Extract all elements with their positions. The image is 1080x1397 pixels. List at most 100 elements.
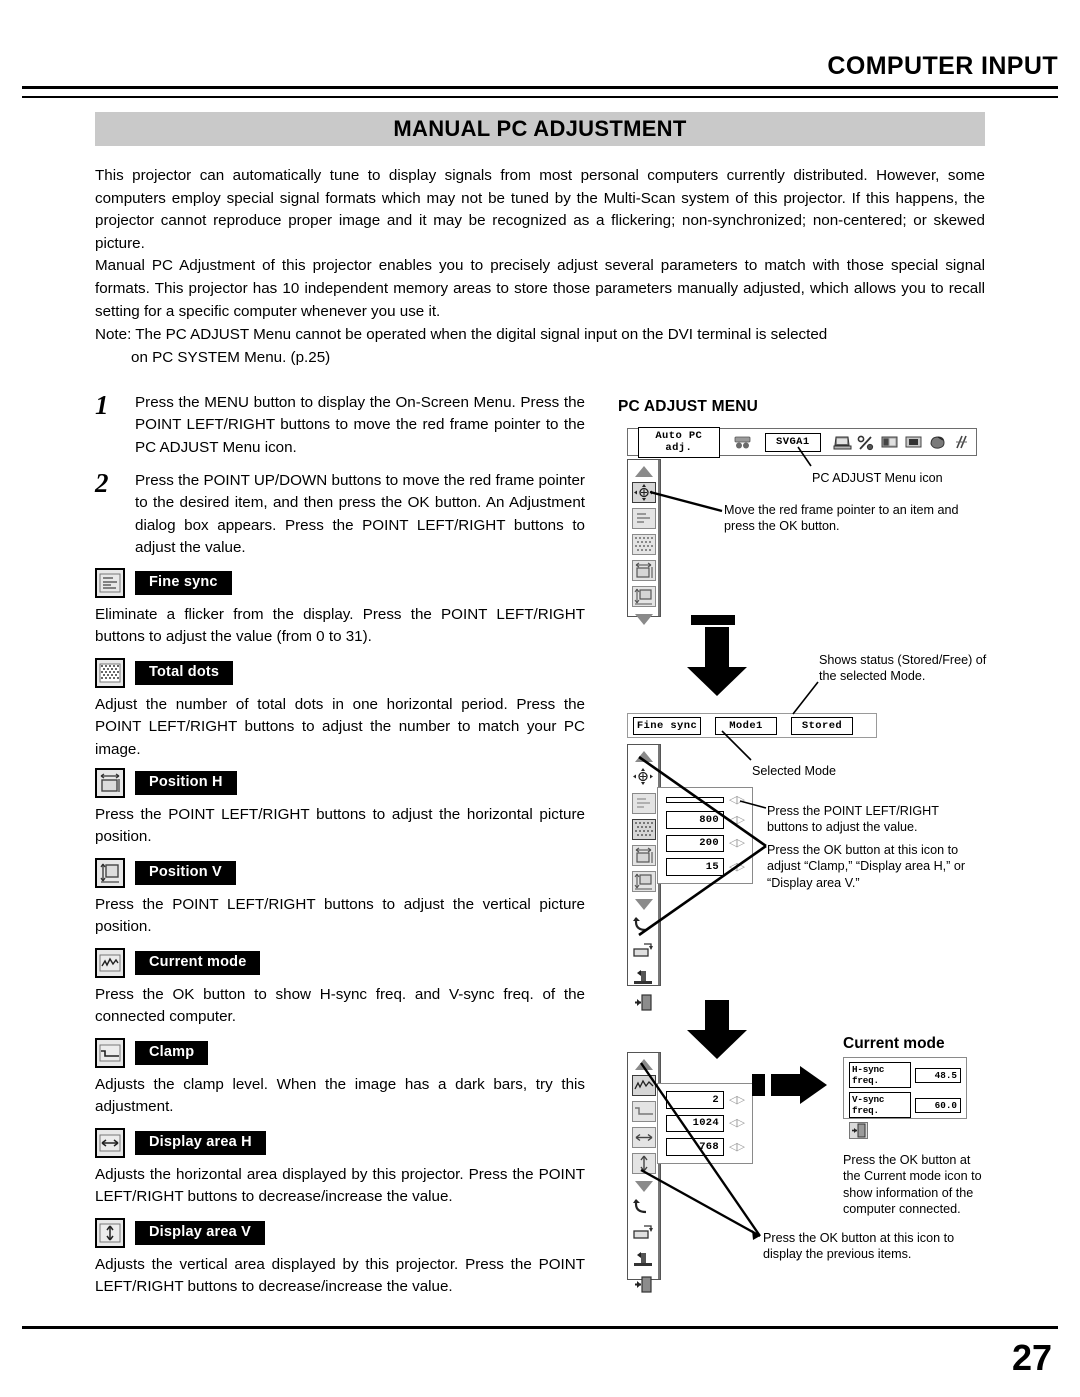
auto-pc-adj-sidebar-icon[interactable] xyxy=(632,767,656,788)
scroll-up-arrow-icon[interactable] xyxy=(635,466,653,477)
item-display-area-h: Display area H Adjusts the horizontal ar… xyxy=(95,1128,585,1209)
footer-divider xyxy=(22,1326,1058,1329)
reset-icon[interactable] xyxy=(632,1197,656,1218)
store-icon[interactable] xyxy=(632,967,656,988)
flow-arrow-down-1 xyxy=(686,627,748,702)
scroll-down-arrow-icon[interactable] xyxy=(635,614,653,625)
left-right-arrows-icon[interactable]: ◁▷ xyxy=(729,795,745,806)
value-row: 200 ◁▷ xyxy=(666,834,745,852)
scroll-down-arrow-icon[interactable] xyxy=(635,1181,653,1192)
sound-icon[interactable] xyxy=(929,435,946,450)
section-title: MANUAL PC ADJUSTMENT xyxy=(393,116,687,141)
step-1: 1 Press the MENU button to display the O… xyxy=(95,390,585,459)
scroll-up-arrow-icon[interactable] xyxy=(635,751,653,762)
page-number: 27 xyxy=(1011,1337,1052,1378)
vsync-label: V-sync freq. xyxy=(849,1092,911,1118)
note-line-1: Note: The PC ADJUST Menu cannot be opera… xyxy=(95,326,828,343)
position-h-sidebar-icon[interactable] xyxy=(632,560,656,581)
hsync-row: H-sync freq. 48.5 xyxy=(849,1062,961,1088)
osd-sidebar-bottom xyxy=(627,1052,661,1293)
input-source-icon[interactable] xyxy=(734,435,751,450)
item-fine-sync-body: Eliminate a flicker from the display. Pr… xyxy=(95,606,585,646)
store-icon[interactable] xyxy=(632,1249,656,1270)
step-2-number: 2 xyxy=(95,468,109,498)
value-field[interactable] xyxy=(666,797,724,803)
current-mode-sidebar-icon[interactable] xyxy=(632,1075,656,1096)
modebar-mode-label[interactable]: Mode1 xyxy=(715,716,777,735)
modebar-item-label[interactable]: Fine sync xyxy=(633,716,701,735)
fine-sync-sidebar-icon[interactable] xyxy=(632,508,656,529)
position-h-icon xyxy=(95,768,125,798)
page-header-title: COMPUTER INPUT xyxy=(827,52,1058,80)
clamp-sidebar-icon[interactable] xyxy=(632,1101,656,1122)
flow-bar-top xyxy=(691,615,735,625)
left-right-arrows-icon[interactable]: ◁▷ xyxy=(729,861,745,872)
fine-sync-sidebar-icon[interactable] xyxy=(632,793,656,814)
intro-paragraph-2: Manual PC Adjustment of this projector e… xyxy=(95,257,985,320)
item-clamp-body: Adjusts the clamp level. When the image … xyxy=(95,1076,585,1116)
position-v-sidebar-icon[interactable] xyxy=(632,871,656,892)
scroll-up-arrow-icon[interactable] xyxy=(635,1059,653,1070)
mode-free-icon[interactable] xyxy=(632,1223,656,1244)
image-select-icon[interactable] xyxy=(857,435,874,450)
value-field[interactable]: 800 xyxy=(666,811,724,829)
display-area-h-icon xyxy=(95,1128,125,1158)
screen-size-icon[interactable] xyxy=(905,435,922,450)
mode-free-icon[interactable] xyxy=(632,941,656,962)
total-dots-sidebar-icon[interactable] xyxy=(632,819,656,840)
auto-pc-adj-sidebar-icon[interactable] xyxy=(632,482,656,503)
svga-mode-button[interactable]: SVGA1 xyxy=(764,432,821,452)
item-position-h-body: Press the POINT LEFT/RIGHT buttons to ad… xyxy=(95,806,585,846)
position-h-sidebar-icon[interactable] xyxy=(632,845,656,866)
scroll-down-arrow-icon[interactable] xyxy=(635,899,653,910)
menu-icon-row xyxy=(833,435,970,450)
setting-icon[interactable] xyxy=(953,435,970,450)
left-right-arrows-icon[interactable]: ◁▷ xyxy=(729,1141,745,1152)
adjust-dialog-upper: ◁▷ 800 ◁▷ 200 ◁▷ 15 ◁▷ xyxy=(657,787,753,884)
value-field[interactable]: 200 xyxy=(666,834,724,852)
value-field[interactable]: 2 xyxy=(666,1091,724,1109)
osd-menu-bar: Auto PC adj. SVGA1 xyxy=(627,426,977,458)
left-right-arrows-icon[interactable]: ◁▷ xyxy=(729,1118,745,1129)
pc-adjust-menu-icon[interactable] xyxy=(833,435,852,450)
quit-icon[interactable] xyxy=(632,993,656,1014)
value-row: 768 ◁▷ xyxy=(666,1138,745,1156)
vsync-row: V-sync freq. 60.0 xyxy=(849,1092,961,1118)
header-divider xyxy=(22,86,1058,98)
position-v-icon xyxy=(95,858,125,888)
display-area-h-sidebar-icon[interactable] xyxy=(632,1127,656,1148)
annotation-menu-icon: PC ADJUST Menu icon xyxy=(812,471,943,485)
value-field[interactable]: 15 xyxy=(666,858,724,876)
auto-pc-adj-button[interactable]: Auto PC adj. xyxy=(638,426,720,458)
quit-icon[interactable] xyxy=(849,1122,868,1139)
item-current-mode-label: Current mode xyxy=(135,951,261,975)
image-adjust-icon[interactable] xyxy=(881,435,898,450)
quit-icon[interactable] xyxy=(632,1275,656,1296)
osd-mode-status-bar: Fine sync Mode1 Stored xyxy=(627,713,877,738)
step-1-number: 1 xyxy=(95,390,109,420)
left-right-arrows-icon[interactable]: ◁▷ xyxy=(729,814,745,825)
position-v-sidebar-icon[interactable] xyxy=(632,586,656,607)
reset-icon[interactable] xyxy=(632,915,656,936)
display-area-v-icon xyxy=(95,1218,125,1248)
intro-paragraph-1: This projector can automatically tune to… xyxy=(95,167,985,252)
left-right-arrows-icon[interactable]: ◁▷ xyxy=(729,1094,745,1105)
item-total-dots: Total dots Adjust the number of total do… xyxy=(95,658,585,761)
value-field[interactable]: 1024 xyxy=(666,1114,724,1132)
pc-adjust-menu-title: PC ADJUST MENU xyxy=(618,398,759,415)
annotation-ok-clamp: Press the OK button at this icon to adju… xyxy=(767,843,966,890)
item-total-dots-label: Total dots xyxy=(135,661,234,685)
item-display-area-v-body: Adjusts the vertical area displayed by t… xyxy=(95,1256,585,1296)
total-dots-sidebar-icon[interactable] xyxy=(632,534,656,555)
value-row: 15 ◁▷ xyxy=(666,858,745,876)
sidebar-divider xyxy=(658,460,660,616)
item-current-mode: Current mode Press the OK button to show… xyxy=(95,948,585,1029)
display-area-v-sidebar-icon[interactable] xyxy=(632,1153,656,1174)
modebar-status-label[interactable]: Stored xyxy=(791,716,853,735)
item-current-mode-body: Press the OK button to show H-sync freq.… xyxy=(95,986,585,1026)
value-field[interactable]: 768 xyxy=(666,1138,724,1156)
left-right-arrows-icon[interactable]: ◁▷ xyxy=(729,838,745,849)
flow-arrow-right xyxy=(752,1065,828,1110)
item-clamp: Clamp Adjusts the clamp level. When the … xyxy=(95,1038,585,1119)
annotation-adjust-value: Press the POINT LEFT/RIGHT buttons to ad… xyxy=(767,804,939,835)
